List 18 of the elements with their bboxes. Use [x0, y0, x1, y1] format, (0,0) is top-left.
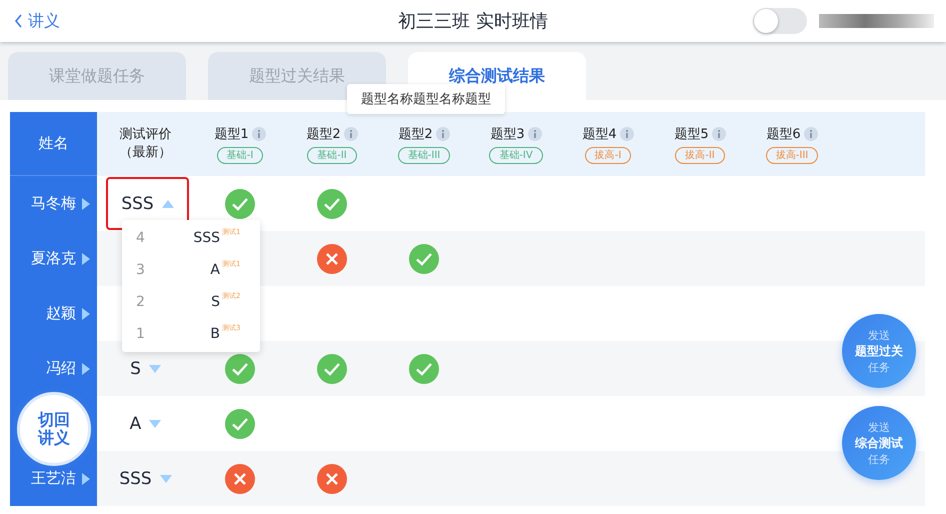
- column-heading: 题型4: [582, 126, 617, 142]
- level-tag: 拔高-III: [766, 146, 818, 164]
- level-tag: 拔高-I: [584, 146, 632, 164]
- column-heading: 题型3: [490, 126, 525, 142]
- column-heading: 题型1: [214, 126, 249, 142]
- level-tag: 拔高-II: [675, 146, 725, 164]
- level-tag: 基础-IV: [489, 146, 543, 164]
- column-heading: 题型2: [398, 126, 433, 142]
- level-tag: 基础-I: [216, 146, 264, 164]
- column-heading: 题型6: [766, 126, 801, 142]
- name-heading: 姓名: [10, 112, 97, 176]
- tooltip: 题型名称题型名称题型: [347, 84, 505, 114]
- level-tag: 基础-II: [307, 146, 357, 164]
- rating-heading: 测试评价 （最新）: [120, 126, 172, 162]
- column-heading: 题型2: [306, 126, 341, 142]
- level-tag: 基础-III: [398, 146, 450, 164]
- column-heading: 题型5: [674, 126, 709, 142]
- page-title: 初三三班 实时班情: [398, 10, 548, 33]
